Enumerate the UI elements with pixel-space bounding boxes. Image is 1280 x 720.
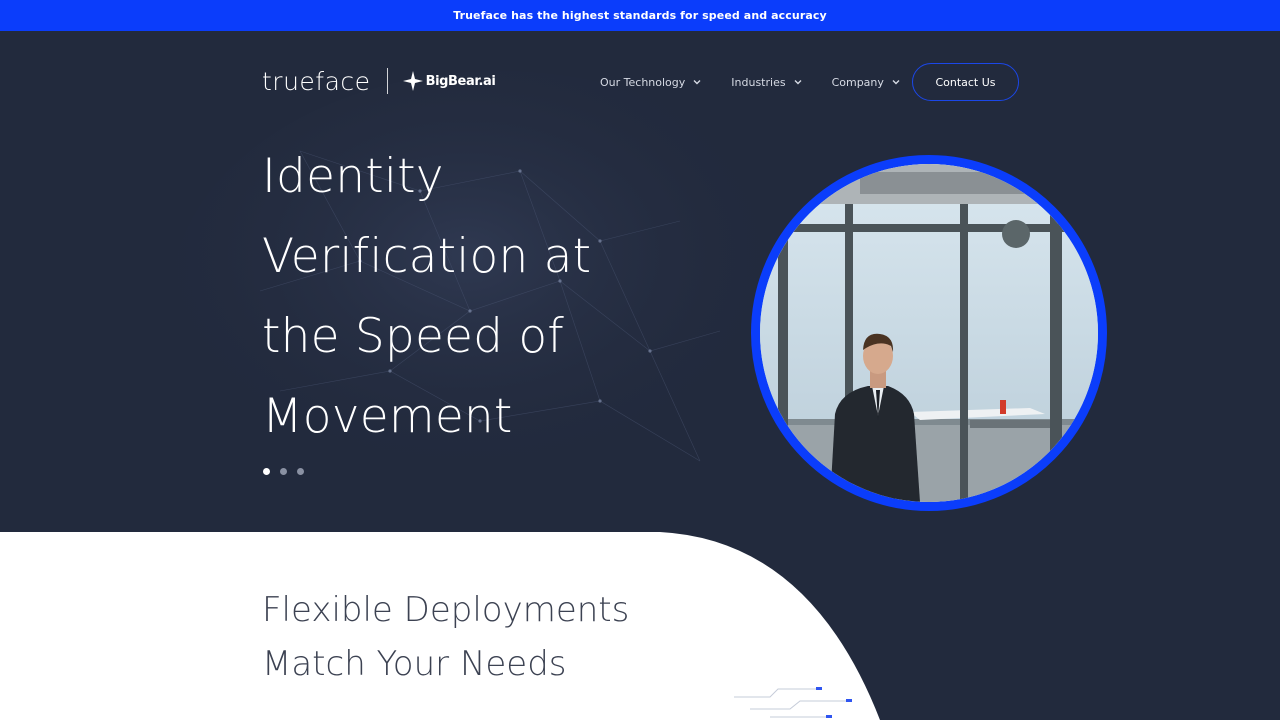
hero-section: trueface BigBear.ai Our Technology Indus… [0, 31, 1280, 720]
section-title-line: Match Your Needs [262, 644, 567, 684]
slide-pagination [263, 468, 314, 475]
nav-item-label: Industries [731, 75, 786, 89]
chevron-down-icon [693, 80, 701, 85]
headline-line: Identity [262, 149, 444, 204]
nav-item-company[interactable]: Company [832, 76, 900, 89]
chevron-down-icon [794, 80, 802, 85]
bigbear-star-icon [402, 71, 423, 91]
headline-line: Verification at [262, 229, 592, 284]
logo-divider [386, 68, 388, 94]
contact-us-button[interactable]: Contact Us [912, 63, 1019, 101]
partner-name: BigBear.ai [425, 73, 496, 89]
hero-headline: Identity Verification at the Speed of Mo… [262, 137, 682, 457]
main-nav: Our Technology Industries Company [600, 63, 930, 101]
headline-line: the Speed of [262, 309, 565, 364]
headline-line: Movement [262, 389, 513, 444]
nav-item-our-technology[interactable]: Our Technology [600, 76, 701, 89]
airport-walker-image [760, 164, 1098, 502]
section-title-line: Flexible Deployments [262, 590, 630, 630]
nav-item-industries[interactable]: Industries [731, 75, 802, 89]
announcement-text: Trueface has the highest standards for s… [453, 9, 827, 22]
nav-item-label: Company [831, 75, 884, 89]
nav-item-label: Our Technology [600, 75, 686, 89]
slide-dot-3[interactable] [297, 468, 304, 475]
trueface-logo: trueface [262, 66, 371, 96]
slide-dot-1[interactable] [263, 468, 270, 475]
hero-video-circle [751, 155, 1107, 511]
brand-logo[interactable]: trueface BigBear.ai [262, 61, 496, 101]
announcement-bar: Trueface has the highest standards for s… [0, 0, 1280, 31]
chevron-down-icon [892, 80, 900, 85]
partner-logo: BigBear.ai [402, 70, 496, 92]
section-title: Flexible Deployments Match Your Needs [262, 583, 722, 691]
circuit-decoration [734, 687, 852, 718]
slide-dot-2[interactable] [280, 468, 287, 475]
